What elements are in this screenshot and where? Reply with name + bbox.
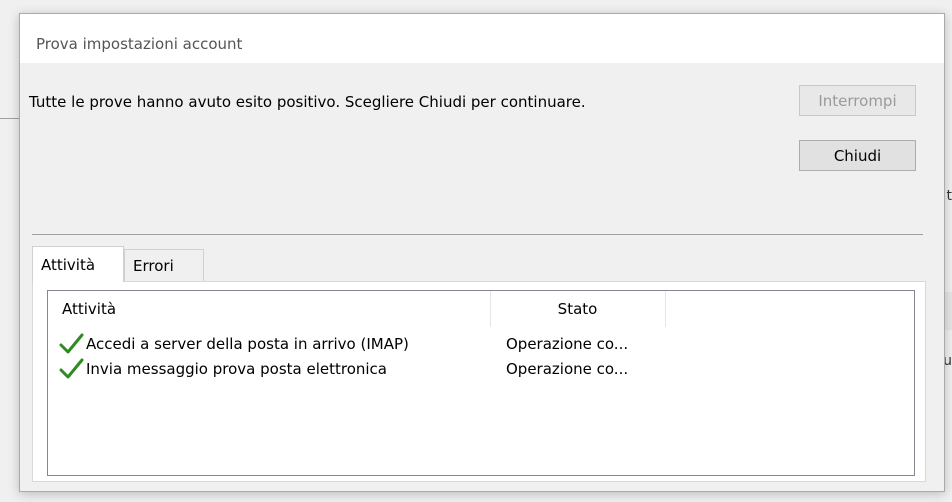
close-button[interactable]: Chiudi [799,140,916,171]
background-divider [0,118,20,119]
checkmark-icon [59,333,84,353]
tab-tasks[interactable]: Attività [32,246,124,282]
list-item[interactable]: Invia messaggio prova posta elettronica … [48,356,914,381]
tab-errors[interactable]: Errori [124,249,204,281]
column-separator[interactable] [665,291,666,327]
checkmark-icon [59,358,84,378]
task-label: Invia messaggio prova posta elettronica [86,359,387,378]
task-label: Accedi a server della posta in arrivo (I… [86,334,409,353]
tab-panel-tasks: Attività Stato Accedi a server della pos… [32,281,926,482]
task-cell: Accedi a server della posta in arrivo (I… [58,331,409,356]
dialog-titlebar[interactable]: Prova impostazioni account [20,14,944,63]
stop-button[interactable]: Interrompi [799,85,916,116]
column-header-status[interactable]: Stato [490,291,665,327]
divider [32,234,923,235]
status-cell: Operazione co... [506,334,629,353]
column-header-task[interactable]: Attività [62,291,482,327]
test-account-settings-dialog: Prova impostazioni account Tutte le prov… [19,13,945,492]
dialog-title: Prova impostazioni account [36,35,243,53]
list-header: Attività Stato [48,291,914,327]
task-cell: Invia messaggio prova posta elettronica [58,356,387,381]
status-message: Tutte le prove hanno avuto esito positiv… [29,93,586,111]
background-text-fragment: t [946,188,952,204]
status-cell: Operazione co... [506,359,629,378]
task-list[interactable]: Attività Stato Accedi a server della pos… [47,290,915,476]
list-item[interactable]: Accedi a server della posta in arrivo (I… [48,331,914,356]
